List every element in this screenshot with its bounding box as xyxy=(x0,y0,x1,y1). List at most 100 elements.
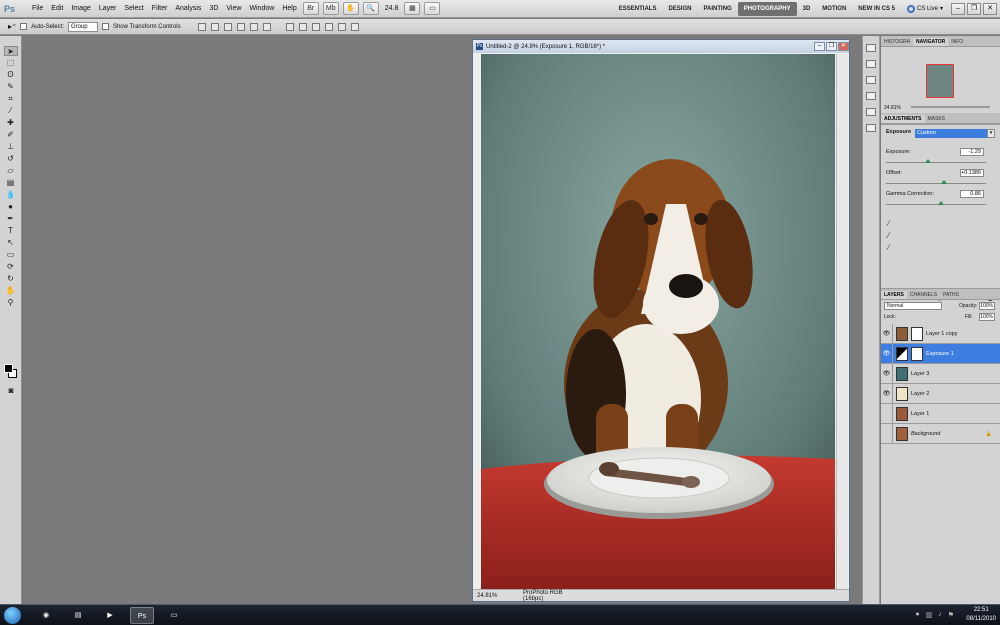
volume-icon[interactable]: ♪ xyxy=(938,611,942,619)
start-button[interactable] xyxy=(4,607,21,624)
info-panel-icon[interactable] xyxy=(866,92,876,100)
menu-file[interactable]: File xyxy=(28,0,47,18)
menu-view[interactable]: View xyxy=(222,0,245,18)
clone-source-panel-icon[interactable] xyxy=(866,124,876,132)
close-button[interactable]: ✕ xyxy=(983,2,997,15)
mask-thumbnail[interactable] xyxy=(911,326,923,341)
eye-hidden-icon[interactable] xyxy=(881,423,893,444)
actions-panel-icon[interactable] xyxy=(866,60,876,68)
marquee-tool-icon[interactable]: ⬚ xyxy=(4,58,18,68)
tab-paths[interactable]: PATHS xyxy=(940,291,962,299)
offset-slider-track[interactable] xyxy=(886,183,986,184)
layer-row[interactable]: 👁 Exposure 1 xyxy=(881,343,1000,364)
status-zoom[interactable]: 24.81% xyxy=(473,593,497,599)
tab-masks[interactable]: MASKS xyxy=(925,115,949,123)
quick-select-tool-icon[interactable]: ✎ xyxy=(4,82,18,92)
clone-stamp-tool-icon[interactable]: ⊥ xyxy=(4,142,18,152)
layer-row[interactable]: 👁 Layer 1 copy xyxy=(881,323,1000,344)
distribute-right-icon[interactable] xyxy=(350,22,359,31)
navigator-zoom[interactable]: 24.81% xyxy=(884,105,901,111)
align-left-icon[interactable] xyxy=(236,22,245,31)
3d-rotate-tool-icon[interactable]: ⟳ xyxy=(4,262,18,272)
play-panel-icon[interactable] xyxy=(866,76,876,84)
align-right-icon[interactable] xyxy=(262,22,271,31)
opacity-field[interactable]: 100% xyxy=(979,302,995,310)
clock[interactable]: 22:51 08/11/2010 xyxy=(966,606,996,624)
photoshop-taskbar-icon[interactable]: Ps xyxy=(130,607,154,624)
document-titlebar[interactable]: Ps Untitled-2 @ 24.8% (Exposure 1, RGB/1… xyxy=(473,40,849,53)
distribute-hcenter-icon[interactable] xyxy=(337,22,346,31)
move-tool-icon[interactable]: ▸⁺ xyxy=(8,22,16,31)
menu-layer[interactable]: Layer xyxy=(95,0,121,18)
hand-tool-icon[interactable]: ✋ xyxy=(4,286,18,296)
brush-tool-icon[interactable]: ✐ xyxy=(4,130,18,140)
media-player-icon[interactable]: ▶ xyxy=(98,607,122,624)
distribute-bottom-icon[interactable] xyxy=(311,22,320,31)
layer-row[interactable]: Layer 1 xyxy=(881,403,1000,424)
align-hcenter-icon[interactable] xyxy=(249,22,258,31)
explorer-icon[interactable]: ▤ xyxy=(66,607,90,624)
eye-hidden-icon[interactable] xyxy=(881,403,893,424)
quick-mask-icon[interactable]: ◙ xyxy=(4,386,18,396)
minibridge-icon[interactable]: Mb xyxy=(322,2,339,15)
gamma-slider-handle[interactable] xyxy=(938,201,944,205)
lasso-tool-icon[interactable]: ʘ xyxy=(4,70,18,80)
menu-image[interactable]: Image xyxy=(67,0,94,18)
network-icon[interactable]: ▥ xyxy=(926,611,933,619)
chrome-icon[interactable]: ◉ xyxy=(34,607,58,624)
history-brush-tool-icon[interactable]: ↺ xyxy=(4,154,18,164)
navigator-thumbnail[interactable] xyxy=(926,64,954,98)
preset-menu-icon[interactable]: ▾ xyxy=(987,129,995,138)
fill-field[interactable]: 100% xyxy=(979,313,995,321)
menu-select[interactable]: Select xyxy=(120,0,147,18)
distribute-vcenter-icon[interactable] xyxy=(298,22,307,31)
pen-tool-icon[interactable]: ✒ xyxy=(4,214,18,224)
tab-histogram[interactable]: HISTOGRA xyxy=(881,38,913,46)
layer-row[interactable]: Background 🔒 xyxy=(881,423,1000,444)
exposure-slider-track[interactable] xyxy=(886,162,986,163)
exposure-value[interactable]: -1.29 xyxy=(960,148,984,156)
menu-edit[interactable]: Edit xyxy=(47,0,67,18)
eye-icon[interactable]: 👁 xyxy=(881,383,893,404)
workspace-photography[interactable]: PHOTOGRAPHY xyxy=(737,1,797,16)
workspace-3d[interactable]: 3D xyxy=(797,2,817,16)
black-point-eyedropper-icon[interactable]: ⁄ xyxy=(888,219,889,228)
workspace-motion[interactable]: MOTION xyxy=(816,2,852,16)
exposure-slider-handle[interactable] xyxy=(925,159,931,163)
document-vertical-scrollbar[interactable] xyxy=(836,54,848,590)
gamma-slider-track[interactable] xyxy=(886,204,986,205)
tab-channels[interactable]: CHANNELS xyxy=(907,291,940,299)
move-tool-icon[interactable]: ➤ xyxy=(3,46,18,56)
zoom-tool-icon[interactable]: 🔍 xyxy=(362,2,379,15)
document-restore-button[interactable]: ❐ xyxy=(826,42,837,51)
eye-icon[interactable]: 👁 xyxy=(881,323,893,344)
dodge-tool-icon[interactable]: ● xyxy=(4,202,18,212)
type-tool-icon[interactable]: T xyxy=(4,226,18,236)
menu-window[interactable]: Window xyxy=(245,0,278,18)
align-top-icon[interactable] xyxy=(197,22,206,31)
tab-navigator[interactable]: NAVIGATOR xyxy=(913,38,949,46)
document-minimize-button[interactable]: – xyxy=(814,42,825,51)
flag-icon[interactable]: ⚑ xyxy=(948,611,954,619)
menu-analysis[interactable]: Analysis xyxy=(171,0,205,18)
tab-info[interactable]: INFO xyxy=(948,38,966,46)
arrange-documents-icon[interactable]: ▦ xyxy=(404,2,421,15)
menu-filter[interactable]: Filter xyxy=(148,0,172,18)
workspace-painting[interactable]: PAINTING xyxy=(697,2,737,16)
history-panel-icon[interactable] xyxy=(866,44,876,52)
healing-brush-tool-icon[interactable]: ✚ xyxy=(4,118,18,128)
workspace-essentials[interactable]: ESSENTIALS xyxy=(613,2,663,16)
eraser-tool-icon[interactable]: ▱ xyxy=(4,166,18,176)
status-profile[interactable]: ProPhoto RGB (16bpc) xyxy=(495,590,575,602)
minimize-button[interactable]: – xyxy=(951,2,965,15)
document-close-button[interactable]: ✕ xyxy=(838,42,849,51)
white-point-eyedropper-icon[interactable]: ⁄ xyxy=(888,243,889,252)
eyedropper-tool-icon[interactable]: ⁄ xyxy=(4,106,18,116)
path-select-tool-icon[interactable]: ↖ xyxy=(4,238,18,248)
brush-panel-icon[interactable] xyxy=(866,108,876,116)
auto-select-checkbox[interactable] xyxy=(20,23,28,30)
tab-layers[interactable]: LAYERS xyxy=(881,291,907,299)
3d-orbit-tool-icon[interactable]: ↻ xyxy=(4,274,18,284)
screen-mode-icon[interactable]: ▭ xyxy=(424,2,441,15)
zoom-tool-icon[interactable]: ⚲ xyxy=(4,298,18,308)
